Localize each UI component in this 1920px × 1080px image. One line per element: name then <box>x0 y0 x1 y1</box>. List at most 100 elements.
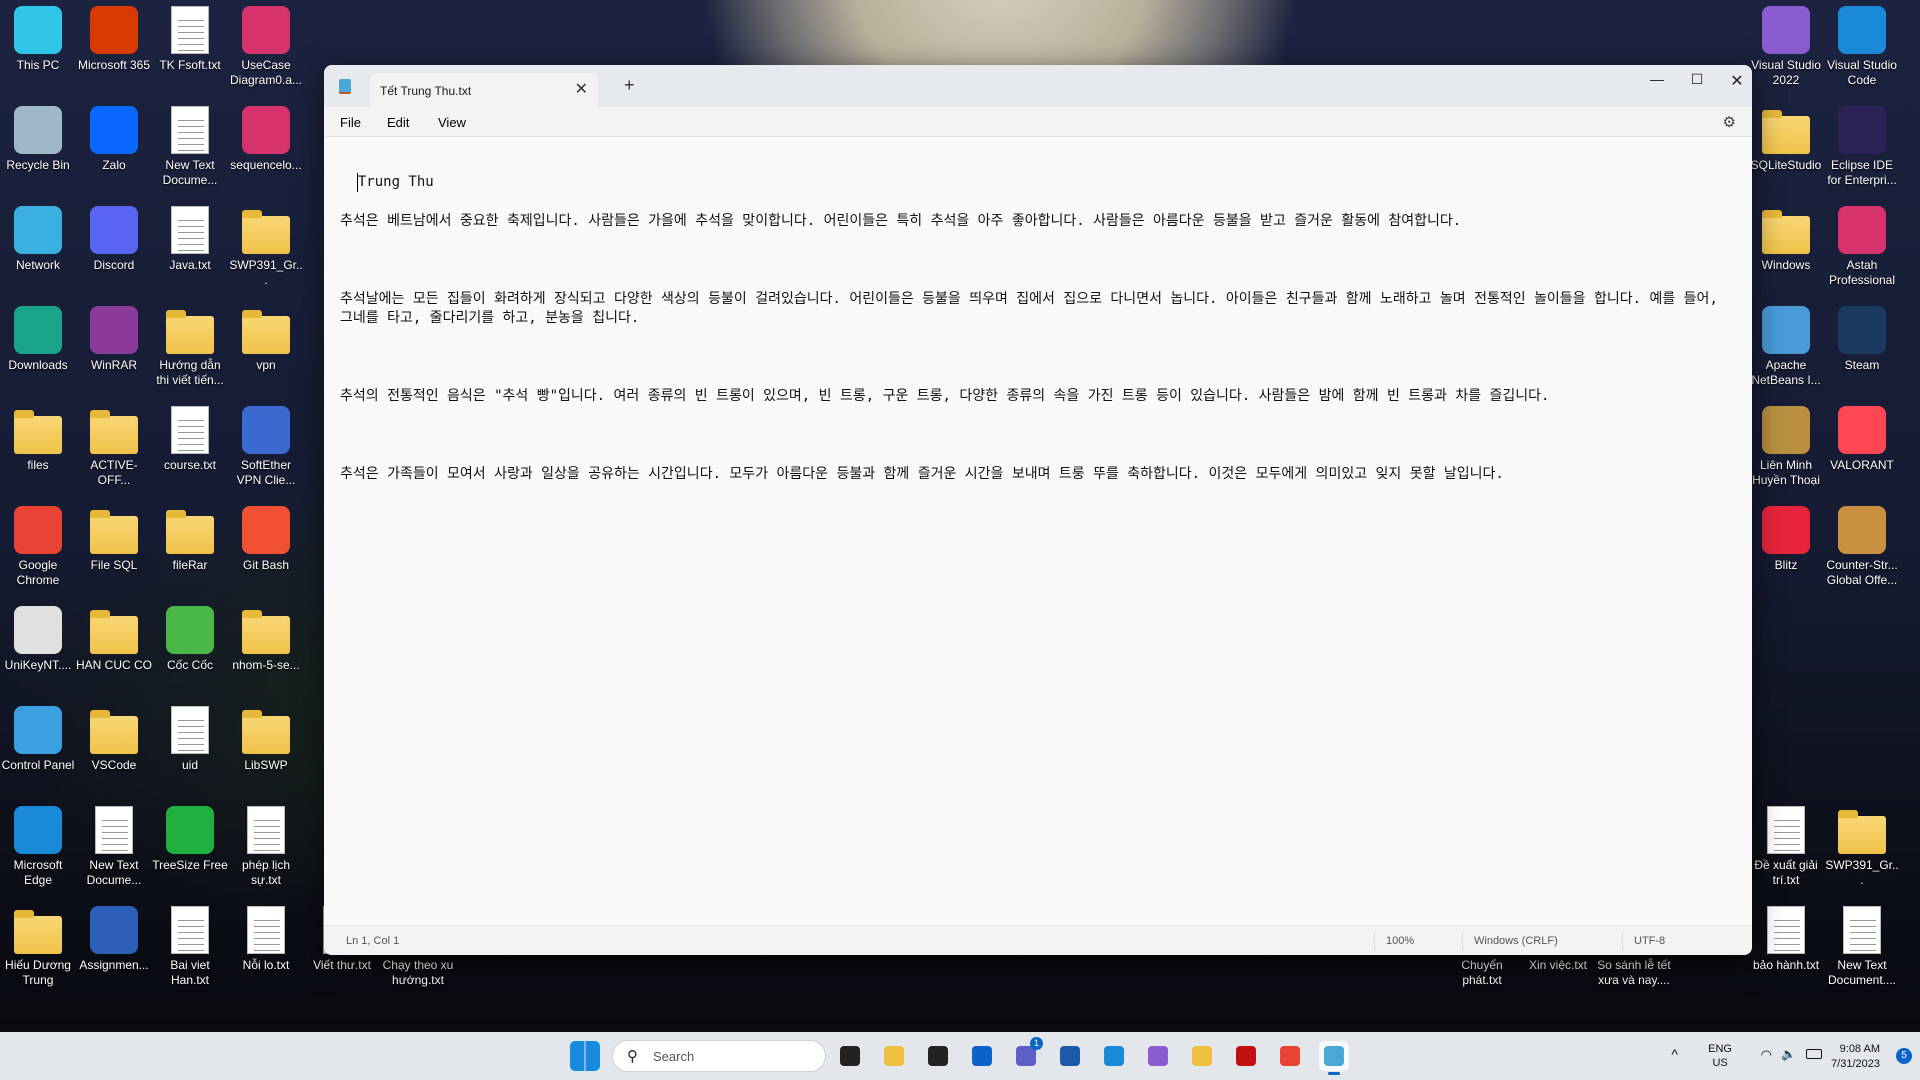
close-button[interactable]: ✕ <box>1717 71 1752 97</box>
wifi-icon[interactable]: ◠ <box>1761 1047 1772 1063</box>
desktop-icon[interactable]: Counter-Str... Global Offe... <box>1824 504 1900 604</box>
desktop-icon[interactable]: Blitz <box>1748 504 1824 604</box>
desktop-icon[interactable]: This PC <box>0 4 76 104</box>
desktop-icon[interactable]: Microsoft Edge <box>0 804 76 904</box>
desktop-icon-label: Viết thư.txt <box>313 958 371 972</box>
desktop-icon[interactable]: Visual Studio Code <box>1824 4 1900 104</box>
search-input[interactable]: ⚲ Search <box>612 1040 826 1072</box>
desktop-icon[interactable]: Eclipse IDE for Enterpri... <box>1824 104 1900 204</box>
line-ending[interactable]: Windows (CRLF) <box>1474 935 1558 947</box>
text-editor[interactable]: Trung Thu 추석은 베트남에서 중요한 축제입니다. 사람들은 가을에 … <box>324 138 1752 925</box>
desktop-icon-label: Blitz <box>1774 558 1798 572</box>
desktop-icon[interactable]: Hướng dẫn thi viết tiến... <box>152 304 228 404</box>
menu-view[interactable]: View <box>438 115 466 130</box>
desktop-icon[interactable]: Astah Professional <box>1824 204 1900 304</box>
taskbar-visual-studio-button[interactable] <box>1143 1041 1173 1071</box>
desktop-icon[interactable]: New Text Docume... <box>152 104 228 204</box>
desktop-icon[interactable]: Liên Minh Huyền Thoại <box>1748 404 1824 504</box>
desktop-icon[interactable]: Nỗi lo.txt <box>228 904 304 1004</box>
desktop-icon[interactable]: SWP391_Gr... <box>228 204 304 304</box>
desktop-icon[interactable]: Network <box>0 204 76 304</box>
desktop-icon[interactable]: uid <box>152 704 228 804</box>
app-icon <box>1762 406 1810 454</box>
desktop-icon[interactable]: VSCode <box>76 704 152 804</box>
desktop-icon[interactable]: UseCase Diagram0.a... <box>228 4 304 104</box>
desktop-icon[interactable]: New Text Document.... <box>1824 904 1900 1004</box>
clock[interactable]: 9:08 AM 7/31/2023 <box>1831 1042 1880 1072</box>
desktop-icon[interactable]: Hiếu Dương Trung <box>0 904 76 1004</box>
desktop-icon[interactable]: Java.txt <box>152 204 228 304</box>
desktop-icon[interactable]: VALORANT <box>1824 404 1900 504</box>
desktop-icon-label: SWP391_Gr... <box>1825 858 1899 887</box>
desktop-icon[interactable]: Cốc Cốc <box>152 604 228 704</box>
tab-tet-trung-thu[interactable]: Tết Trung Thu.txt ✕ <box>370 73 598 107</box>
desktop-icon[interactable]: SQLiteStudio <box>1748 104 1824 204</box>
desktop-icon[interactable]: Zalo <box>76 104 152 204</box>
taskbar-devtool-button[interactable] <box>879 1041 909 1071</box>
desktop-icon-label: New Text Document.... <box>1827 958 1897 987</box>
taskbar-task-view-button[interactable] <box>835 1041 865 1071</box>
desktop-icon[interactable]: nhom-5-se... <box>228 604 304 704</box>
close-tab-icon[interactable]: ✕ <box>575 79 588 99</box>
gear-icon[interactable]: ⚙ <box>1723 113 1736 131</box>
desktop-icon[interactable]: sequencelo... <box>228 104 304 204</box>
desktop-icon[interactable]: Git Bash <box>228 504 304 604</box>
volume-icon[interactable]: 🔈 <box>1781 1047 1796 1061</box>
taskbar-notepad-button[interactable] <box>1319 1041 1349 1075</box>
desktop-icon[interactable]: SoftEther VPN Clie... <box>228 404 304 504</box>
taskbar-garena-button[interactable] <box>1231 1041 1261 1071</box>
language-indicator[interactable]: ENG US <box>1708 1042 1732 1070</box>
desktop-icon[interactable]: Assignmen... <box>76 904 152 1004</box>
desktop-icon[interactable]: Visual Studio 2022 <box>1748 4 1824 104</box>
chevron-up-icon[interactable]: ^ <box>1671 1046 1678 1062</box>
desktop-icon[interactable]: ACTIVE-OFF... <box>76 404 152 504</box>
desktop-icon[interactable]: TreeSize Free <box>152 804 228 904</box>
encoding[interactable]: UTF-8 <box>1634 935 1665 947</box>
desktop-icon[interactable]: fileRar <box>152 504 228 604</box>
taskbar-outlook-button[interactable] <box>967 1041 997 1071</box>
devtool-icon <box>884 1046 904 1066</box>
desktop-icon[interactable]: course.txt <box>152 404 228 504</box>
notification-badge[interactable]: 5 <box>1896 1048 1912 1064</box>
desktop-icon[interactable]: HAN CUC CO <box>76 604 152 704</box>
desktop-icon-label: Chuyển phát.txt <box>1461 958 1503 987</box>
desktop-icon[interactable]: Windows <box>1748 204 1824 304</box>
taskbar-chrome-button[interactable] <box>1275 1041 1305 1071</box>
taskbar-teams-button[interactable]: 1 <box>1011 1037 1043 1071</box>
desktop-icon[interactable]: Microsoft 365 <box>76 4 152 104</box>
desktop-icon[interactable]: Recycle Bin <box>0 104 76 204</box>
minimize-button[interactable]: — <box>1637 71 1677 97</box>
notepad-window: Tết Trung Thu.txt ✕ + — ☐ ✕ File Edit Vi… <box>324 65 1752 955</box>
menu-file[interactable]: File <box>340 115 361 130</box>
desktop-icon[interactable]: files <box>0 404 76 504</box>
desktop-icon[interactable]: SWP391_Gr... <box>1824 804 1900 904</box>
desktop-icon[interactable]: LibSWP <box>228 704 304 804</box>
start-windows-icon[interactable] <box>570 1041 600 1071</box>
desktop-icon[interactable]: TK Fsoft.txt <box>152 4 228 104</box>
desktop-icon[interactable]: Apache NetBeans I... <box>1748 304 1824 404</box>
taskbar-notion-button[interactable] <box>923 1041 953 1071</box>
desktop-icon[interactable]: File SQL <box>76 504 152 604</box>
taskbar-store-button[interactable] <box>1055 1041 1085 1071</box>
taskbar-edge-button[interactable] <box>1099 1041 1129 1071</box>
battery-icon[interactable] <box>1806 1049 1822 1059</box>
maximize-button[interactable]: ☐ <box>1677 71 1717 97</box>
desktop-icon[interactable]: Steam <box>1824 304 1900 404</box>
desktop-icon[interactable]: Downloads <box>0 304 76 404</box>
desktop-icon[interactable]: Đề xuất giải trí.txt <box>1748 804 1824 904</box>
desktop-icon[interactable]: Discord <box>76 204 152 304</box>
desktop-icon[interactable]: Control Panel <box>0 704 76 804</box>
menu-edit[interactable]: Edit <box>387 115 409 130</box>
desktop-icon[interactable]: vpn <box>228 304 304 404</box>
desktop-icon[interactable]: WinRAR <box>76 304 152 404</box>
desktop-icon[interactable]: Google Chrome <box>0 504 76 604</box>
desktop-icon[interactable]: New Text Docume... <box>76 804 152 904</box>
desktop-icon[interactable]: UniKeyNT.... <box>0 604 76 704</box>
zoom-level[interactable]: 100% <box>1386 935 1414 947</box>
desktop-icon[interactable]: Bai viet Han.txt <box>152 904 228 1004</box>
taskbar-file-explorer-button[interactable] <box>1187 1041 1217 1071</box>
desktop-icon[interactable]: phép lịch sự.txt <box>228 804 304 904</box>
folder-icon <box>90 410 138 454</box>
desktop-icon[interactable]: bảo hành.txt <box>1748 904 1824 1004</box>
new-tab-button[interactable]: + <box>624 75 635 96</box>
